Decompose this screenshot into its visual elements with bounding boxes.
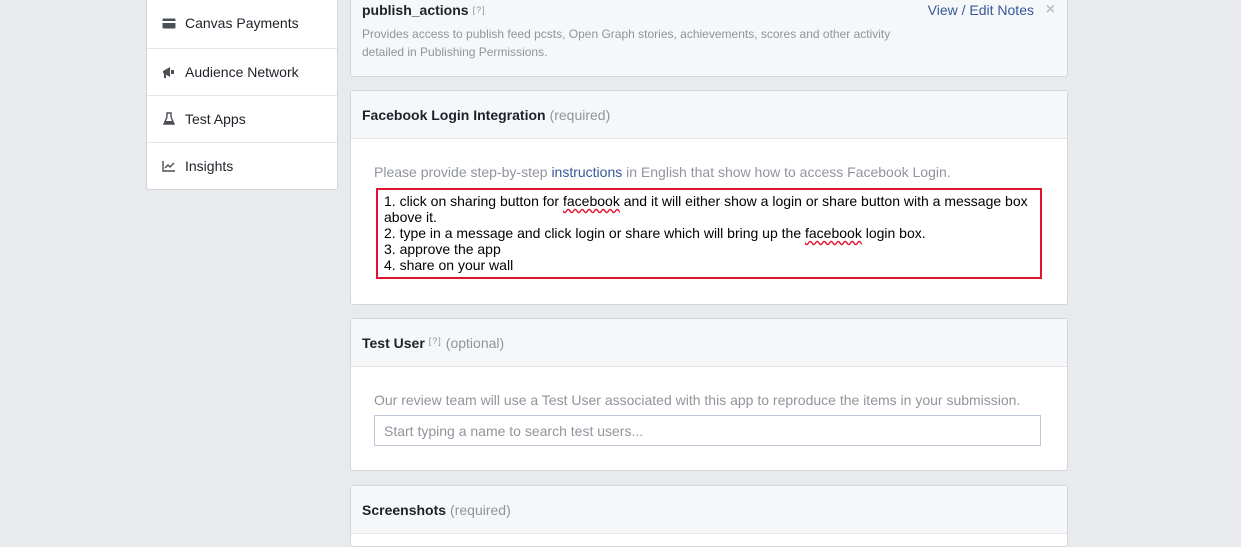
prompt-text: Please provide step-by-step [374, 164, 548, 180]
permission-title: publish_actions [362, 2, 469, 18]
test-user-panel: Test User [?] (optional) Our review team… [350, 318, 1068, 471]
test-user-search-input[interactable]: Start typing a name to search test users… [374, 415, 1041, 446]
screenshots-panel: Screenshots (required) [350, 485, 1068, 547]
flask-icon [161, 111, 177, 127]
sidebar-item-audience-network[interactable]: Audience Network [147, 48, 337, 95]
permission-name: publish_actions [?] [362, 2, 486, 18]
sidebar-item-canvas-payments[interactable]: Canvas Payments [147, 0, 337, 48]
optional-label: (optional) [445, 334, 505, 351]
permission-publish-actions: publish_actions [?] Provides access to pu… [350, 0, 1068, 77]
sidebar: Canvas Payments Audience Network Test Ap… [146, 0, 338, 190]
sidebar-item-label: Audience Network [185, 64, 299, 80]
sidebar-item-test-apps[interactable]: Test Apps [147, 95, 337, 142]
sidebar-item-label: Canvas Payments [185, 15, 299, 31]
instruction-line: 4. share on your wall [384, 257, 514, 273]
panel-title: Screenshots [362, 501, 447, 518]
megaphone-icon [161, 64, 177, 80]
sidebar-item-label: Test Apps [185, 111, 246, 127]
required-label: (required) [549, 106, 611, 123]
facebook-login-integration-panel: Facebook Login Integration (required) Pl… [350, 90, 1068, 305]
permission-description: Provides access to publish feed pcsts, O… [362, 27, 891, 59]
sidebar-item-insights[interactable]: Insights [147, 142, 337, 189]
instructions-prompt: Please provide step-by-step instructions… [374, 164, 951, 180]
test-user-prompt: Our review team will use a Test User ass… [374, 392, 1021, 408]
prompt-text: in English that show how to access Faceb… [626, 164, 951, 180]
instructions-textarea[interactable]: 1. click on sharing button for facebook … [376, 188, 1042, 279]
view-edit-notes-link[interactable]: View / Edit Notes [928, 2, 1034, 18]
instruction-line: 2. type in a message and click login or … [384, 225, 926, 241]
panel-title: Test User [362, 334, 425, 351]
card-icon [161, 15, 177, 31]
chart-icon [161, 158, 177, 174]
panel-header: Test User [?] (optional) [351, 319, 1067, 367]
panel-header: Facebook Login Integration (required) [351, 91, 1067, 139]
panel-header: Screenshots (required) [351, 486, 1067, 534]
help-link[interactable]: [?] [429, 336, 442, 346]
close-icon[interactable]: × [1046, 1, 1055, 19]
panel-title: Facebook Login Integration [362, 106, 546, 123]
sidebar-item-label: Insights [185, 158, 234, 174]
instruction-line: 3. approve the app [384, 241, 501, 257]
instructions-link[interactable]: instructions [551, 164, 622, 180]
help-link[interactable]: [?] [473, 5, 486, 15]
required-label: (required) [450, 501, 511, 518]
instruction-line: 1. click on sharing button for facebook … [384, 193, 1028, 225]
